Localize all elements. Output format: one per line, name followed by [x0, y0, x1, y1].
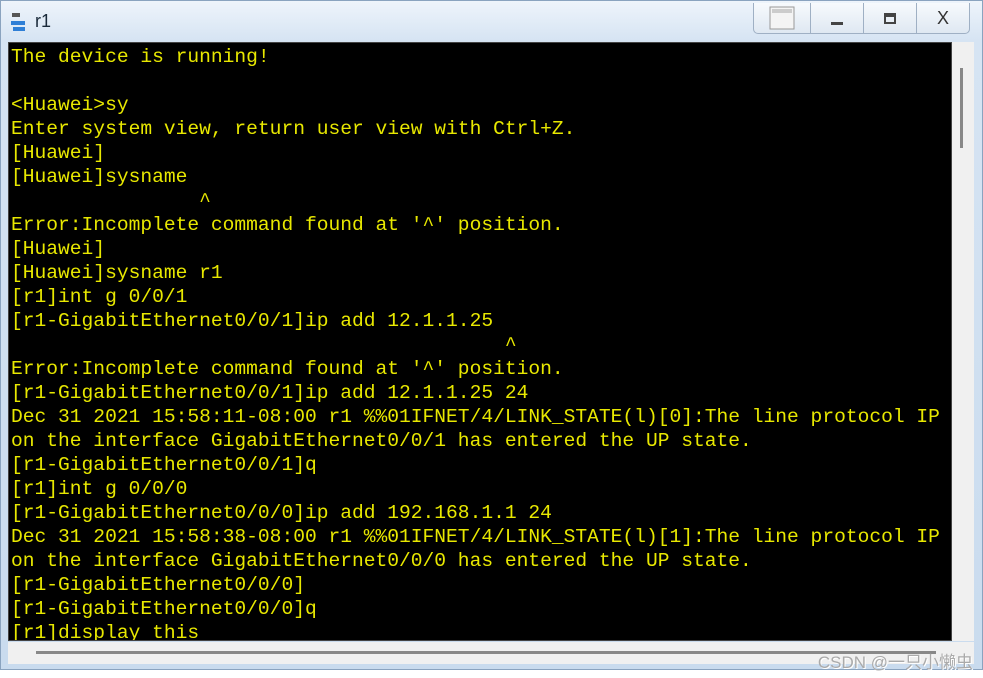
terminal-line: ^ — [11, 334, 517, 356]
terminal-line: The device is running! — [11, 46, 270, 68]
terminal-line: [r1-GigabitEthernet0/0/1]ip add 12.1.1.2… — [11, 382, 529, 404]
window-controls: X — [753, 3, 970, 34]
layout-icon — [769, 6, 795, 30]
terminal-line: [Huawei] — [11, 238, 106, 260]
terminal-line: [r1-GigabitEthernet0/0/0]ip add 192.168.… — [11, 502, 552, 524]
terminal-output[interactable]: The device is running! <Huawei>sy Enter sy… — [8, 42, 952, 641]
terminal-window: r1 X The device is running! <Huawei>sy Ent… — [0, 0, 983, 670]
minimize-icon — [831, 21, 843, 25]
terminal-line: [Huawei]sysname r1 — [11, 262, 223, 284]
terminal-lines: The device is running! <Huawei>sy Enter sy… — [11, 45, 940, 641]
terminal-line: on the interface GigabitEthernet0/0/0 ha… — [11, 550, 752, 572]
terminal-line: [r1]int g 0/0/1 — [11, 286, 188, 308]
terminal-line: Enter system view, return user view with… — [11, 118, 576, 140]
close-button[interactable]: X — [916, 3, 969, 33]
terminal-line: <Huawei>sy — [11, 94, 129, 116]
router-icon — [11, 13, 25, 31]
watermark: CSDN @一只小懒虫 — [817, 653, 973, 672]
terminal-line: Error:Incomplete command found at '^' po… — [11, 214, 564, 236]
vertical-scroll-thumb[interactable] — [960, 68, 963, 148]
vertical-scrollbar[interactable] — [952, 42, 974, 641]
terminal-line: Error:Incomplete command found at '^' po… — [11, 358, 564, 380]
terminal-line: [r1-GigabitEthernet0/0/1]q — [11, 454, 317, 476]
terminal-line: [Huawei] — [11, 142, 106, 164]
terminal-line: [Huawei]sysname — [11, 166, 188, 188]
horizontal-scroll-thumb[interactable] — [36, 651, 936, 654]
title-bar[interactable]: r1 X — [1, 1, 982, 41]
terminal-line: [r1-GigabitEthernet0/0/0] — [11, 574, 305, 596]
terminal-line: [r1]int g 0/0/0 — [11, 478, 188, 500]
terminal-line: [r1-GigabitEthernet0/0/0]q — [11, 598, 317, 620]
terminal-line: ^ — [11, 190, 211, 212]
maximize-button[interactable] — [863, 3, 916, 33]
restore-layout-button[interactable] — [754, 3, 810, 33]
minimize-button[interactable] — [810, 3, 863, 33]
terminal-line: [r1-GigabitEthernet0/0/1]ip add 12.1.1.2… — [11, 310, 494, 332]
terminal-line: on the interface GigabitEthernet0/0/1 ha… — [11, 430, 752, 452]
terminal-line: Dec 31 2021 15:58:11-08:00 r1 %%01IFNET/… — [11, 406, 940, 428]
window-title: r1 — [35, 11, 52, 31]
maximize-icon — [884, 12, 896, 24]
terminal-line: [r1]display this — [11, 622, 200, 641]
terminal-line: Dec 31 2021 15:58:38-08:00 r1 %%01IFNET/… — [11, 526, 940, 548]
